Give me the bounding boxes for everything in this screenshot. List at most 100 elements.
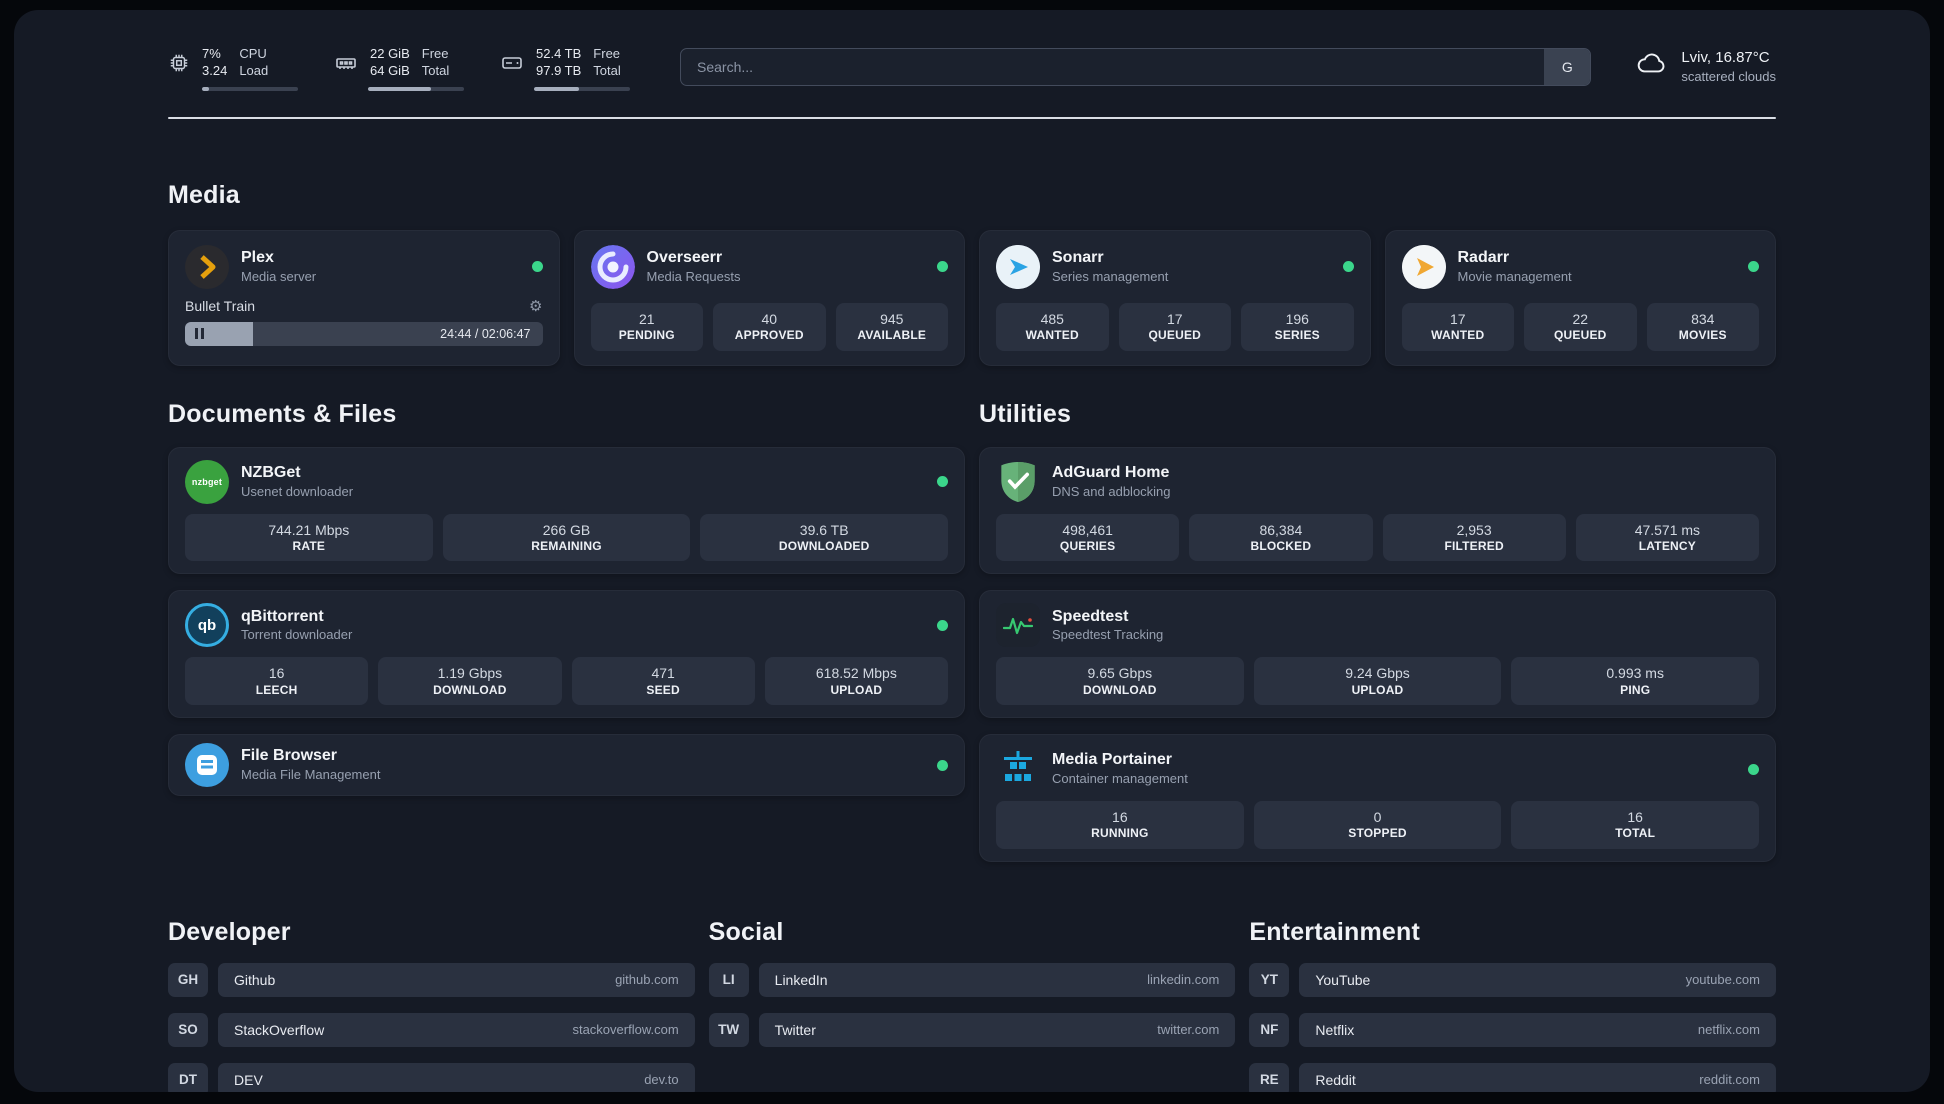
stat-value: 266 GB bbox=[542, 521, 591, 538]
stat-value: 471 bbox=[651, 665, 675, 682]
stat-label: DOWNLOAD bbox=[433, 682, 507, 697]
link-abbr: YT bbox=[1249, 962, 1290, 997]
app-card-radarr[interactable]: Radarr Movie management 17 WANTED 22 QUE… bbox=[1384, 229, 1776, 366]
qbittorrent-icon: qb bbox=[185, 603, 229, 648]
stat-tile: 1.19 Gbps DOWNLOAD bbox=[378, 657, 562, 706]
stat-label: TOTAL bbox=[1615, 826, 1656, 841]
app-card-filebrowser[interactable]: File Browser Media File Management bbox=[168, 734, 965, 797]
stat-tile: 21 PENDING bbox=[590, 302, 703, 351]
stat-tile: 196 SERIES bbox=[1241, 302, 1354, 351]
cpu-percent: 7% bbox=[202, 46, 221, 61]
playback-time: 24:44 / 02:06:47 bbox=[440, 326, 531, 341]
stat-tile: 9.65 Gbps DOWNLOAD bbox=[996, 657, 1244, 706]
stat-tile: 17 QUEUED bbox=[1118, 302, 1231, 351]
disk-total: 97.9 TB bbox=[536, 62, 582, 78]
link-reddit[interactable]: RE Reddit reddit.com bbox=[1249, 1062, 1776, 1092]
link-url: twitter.com bbox=[1157, 1022, 1220, 1038]
link-abbr: RE bbox=[1249, 1062, 1290, 1092]
pause-icon[interactable] bbox=[195, 328, 204, 340]
section-documents: Documents & Files nzbget NZBGet Usenet d… bbox=[168, 400, 965, 797]
disk-label-top: Free bbox=[593, 46, 621, 61]
link-youtube[interactable]: YT YouTube youtube.com bbox=[1249, 962, 1776, 997]
stat-tile: 471 SEED bbox=[571, 657, 755, 706]
filebrowser-icon bbox=[185, 743, 229, 788]
section-title-media: Media bbox=[168, 180, 240, 209]
app-card-overseerr[interactable]: Overseerr Media Requests 21 PENDING 40 A… bbox=[573, 229, 965, 366]
search-engine-button[interactable]: G bbox=[1544, 49, 1591, 85]
link-name: Twitter bbox=[774, 1021, 816, 1038]
link-name: StackOverflow bbox=[234, 1021, 325, 1038]
link-url: github.com bbox=[615, 972, 679, 988]
stat-value: 744.21 Mbps bbox=[268, 521, 350, 538]
app-card-speedtest[interactable]: Speedtest Speedtest Tracking 9.65 Gbps D… bbox=[979, 590, 1776, 719]
app-name: File Browser bbox=[241, 747, 338, 765]
link-dev[interactable]: DT DEV dev.to bbox=[168, 1062, 695, 1092]
stat-tile: 17 WANTED bbox=[1401, 302, 1514, 351]
stat-label: STOPPED bbox=[1348, 826, 1407, 841]
header-divider bbox=[168, 116, 1776, 119]
link-twitter[interactable]: TW Twitter twitter.com bbox=[708, 1012, 1236, 1047]
app-card-plex[interactable]: Plex Media server Bullet Train ⚙ 24:44 /… bbox=[168, 229, 560, 366]
stat-label: LATENCY bbox=[1638, 538, 1696, 553]
stat-label: UPLOAD bbox=[1351, 682, 1404, 697]
stat-label: MOVIES bbox=[1678, 327, 1727, 342]
section-entertainment: Entertainment YT YouTube youtube.com NF … bbox=[1249, 918, 1776, 1092]
weather-location: Lviv, 16.87°C bbox=[1681, 49, 1770, 66]
link-name: LinkedIn bbox=[774, 971, 828, 988]
stat-label: PENDING bbox=[618, 327, 675, 342]
stat-tile: 2,953 FILTERED bbox=[1382, 513, 1566, 562]
stat-value: 22 bbox=[1572, 310, 1589, 327]
stat-value: 86,384 bbox=[1259, 521, 1303, 538]
cpu-load: 3.24 bbox=[202, 62, 228, 78]
plex-icon bbox=[185, 244, 229, 289]
app-card-adguard[interactable]: AdGuard Home DNS and adblocking 498,461 … bbox=[979, 446, 1776, 575]
stat-tile: 40 APPROVED bbox=[713, 302, 826, 351]
app-card-portainer[interactable]: Media Portainer Container management 16 … bbox=[979, 734, 1776, 862]
memory-icon bbox=[334, 51, 358, 75]
stat-label: RATE bbox=[292, 538, 326, 553]
link-stackoverflow[interactable]: SO StackOverflow stackoverflow.com bbox=[168, 1012, 695, 1047]
link-github[interactable]: GH Github github.com bbox=[168, 962, 695, 997]
app-name: AdGuard Home bbox=[1052, 463, 1170, 481]
app-card-sonarr[interactable]: Sonarr Series management 485 WANTED 17 Q… bbox=[979, 229, 1371, 366]
seek-bar[interactable]: 24:44 / 02:06:47 bbox=[185, 321, 543, 346]
link-linkedin[interactable]: LI LinkedIn linkedin.com bbox=[708, 962, 1236, 997]
app-card-qbittorrent[interactable]: qb qBittorrent Torrent downloader 16 LEE… bbox=[168, 590, 965, 719]
app-subtitle: Torrent downloader bbox=[241, 627, 353, 643]
gear-icon[interactable]: ⚙ bbox=[529, 297, 542, 315]
stat-tile: 485 WANTED bbox=[996, 302, 1109, 351]
stat-label: UPLOAD bbox=[830, 682, 883, 697]
section-title-documents: Documents & Files bbox=[168, 399, 397, 428]
stat-tile: 945 AVAILABLE bbox=[835, 302, 948, 351]
link-url: netflix.com bbox=[1697, 1022, 1760, 1038]
stat-value: 16 bbox=[268, 665, 285, 682]
disk-label-bottom: Total bbox=[593, 62, 621, 78]
stat-label: AVAILABLE bbox=[857, 327, 927, 342]
app-name: Sonarr bbox=[1052, 248, 1104, 266]
stat-tile: 0 STOPPED bbox=[1253, 801, 1502, 849]
section-utilities: Utilities AdGuard Home DNS and adblockin… bbox=[979, 400, 1776, 862]
app-name: Media Portainer bbox=[1052, 751, 1173, 769]
stat-value: 39.6 TB bbox=[799, 521, 849, 538]
stat-label: BLOCKED bbox=[1250, 538, 1312, 553]
search-input[interactable] bbox=[681, 49, 1545, 85]
stat-tile: 618.52 Mbps UPLOAD bbox=[764, 657, 948, 706]
link-name: Github bbox=[234, 971, 276, 988]
stat-value: 618.52 Mbps bbox=[815, 665, 897, 682]
section-title-developer: Developer bbox=[168, 917, 291, 946]
app-card-nzbget[interactable]: nzbget NZBGet Usenet downloader 744.21 M… bbox=[168, 446, 965, 575]
section-social: Social LI LinkedIn linkedin.com TW Twitt… bbox=[708, 918, 1236, 1092]
link-url: stackoverflow.com bbox=[572, 1022, 679, 1038]
stat-value: 17 bbox=[1166, 310, 1183, 327]
cpu-label-bottom: Load bbox=[239, 62, 269, 78]
memory-label-top: Free bbox=[421, 46, 449, 61]
link-name: YouTube bbox=[1315, 971, 1371, 988]
link-abbr: TW bbox=[708, 1012, 749, 1047]
section-title-utilities: Utilities bbox=[979, 399, 1072, 428]
now-playing-title: Bullet Train bbox=[185, 297, 256, 314]
stat-tile: 86,384 BLOCKED bbox=[1189, 513, 1373, 562]
cpu-progress-bar bbox=[202, 86, 298, 91]
stat-label: REMAINING bbox=[531, 538, 602, 553]
search-bar: G bbox=[680, 48, 1592, 86]
link-netflix[interactable]: NF Netflix netflix.com bbox=[1249, 1012, 1776, 1047]
